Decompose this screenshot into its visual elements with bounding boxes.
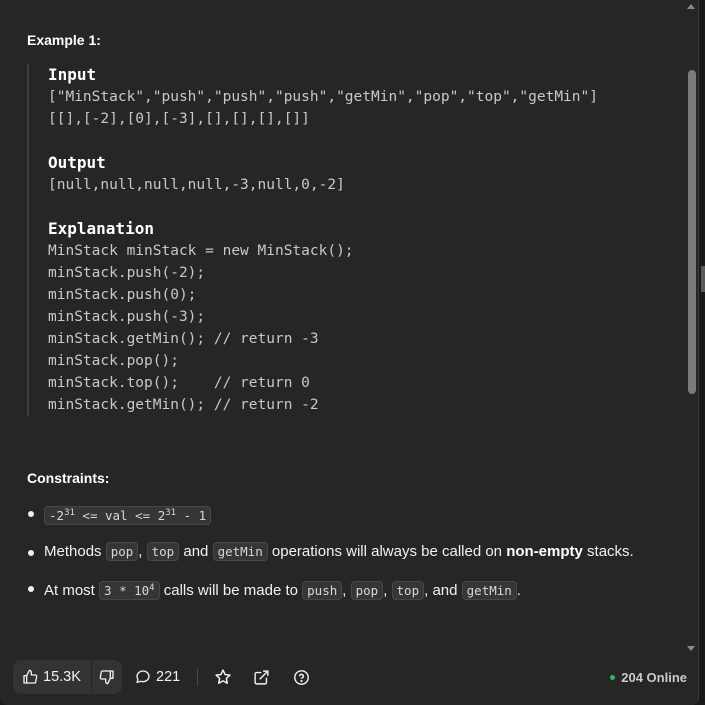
input-line: [[],[-2],[0],[-3],[],[],[],[]] (48, 111, 310, 127)
share-icon (253, 669, 270, 686)
inline-code: top (391, 581, 425, 600)
output-line: [null,null,null,null,-3,null,0,-2] (48, 177, 345, 193)
comment-count: 221 (156, 669, 181, 685)
constraint-item: Methods pop, top and getMin operations w… (27, 541, 677, 563)
description-panel: Example 1: Input ["MinStack","push","pus… (0, 0, 699, 705)
thumbs-down-icon (99, 669, 115, 685)
output-label: Output (48, 153, 106, 172)
inline-code: top (146, 542, 180, 561)
inline-code: pop (105, 542, 139, 561)
panel-resize-handle[interactable] (701, 266, 705, 292)
example-block: Input ["MinStack","push","push","push","… (27, 64, 677, 416)
explanation-line: minStack.pop(); (48, 353, 179, 369)
constraint-item: -231 <= val <= 231 - 1 (27, 502, 677, 527)
like-button[interactable]: 15.3K (13, 660, 91, 694)
star-icon (214, 668, 232, 686)
explanation-line: minStack.push(-3); (48, 309, 206, 325)
example-title: Example 1: (27, 32, 101, 48)
scroll-down-arrow[interactable] (687, 646, 695, 651)
dislike-button[interactable] (92, 660, 122, 694)
vote-group: 15.3K (13, 660, 122, 694)
input-label: Input (48, 65, 97, 84)
inline-code: 3 * 104 (99, 581, 160, 600)
online-indicator: 204 Online (610, 660, 687, 694)
help-icon (293, 669, 310, 686)
explanation-line: minStack.push(0); (48, 287, 197, 303)
scrollbar-thumb[interactable] (688, 70, 696, 394)
explanation-line: minStack.top(); // return 0 (48, 375, 310, 391)
problem-content: Example 1: Input ["MinStack","push","pus… (27, 30, 677, 616)
bottom-toolbar: 15.3K 221 204 Online (0, 660, 698, 696)
input-line: ["MinStack","push","push","push","getMin… (48, 89, 598, 105)
emphasis-text: non-empty (506, 543, 583, 560)
constraints-list: -231 <= val <= 231 - 1 Methods pop, top … (27, 502, 677, 602)
online-count: 204 Online (621, 669, 687, 685)
comments-button[interactable]: 221 (135, 660, 180, 694)
inline-code: pop (350, 581, 384, 600)
favorite-button[interactable] (214, 660, 232, 694)
help-button[interactable] (293, 660, 310, 694)
comment-icon (135, 669, 151, 685)
online-dot-icon (610, 674, 616, 680)
explanation-line: minStack.getMin(); // return -3 (48, 331, 319, 347)
constraint-item: At most 3 * 104 calls will be made to pu… (27, 577, 677, 602)
like-count: 15.3K (43, 669, 81, 685)
share-button[interactable] (253, 660, 270, 694)
explanation-line: minStack.push(-2); (48, 265, 206, 281)
explanation-line: minStack.getMin(); // return -2 (48, 397, 319, 413)
constraint-code: -231 <= val <= 231 - 1 (44, 506, 212, 525)
thumbs-up-icon (22, 669, 38, 685)
toolbar-divider (197, 668, 198, 686)
inline-code: push (302, 581, 343, 600)
scroll-up-arrow[interactable] (687, 4, 695, 9)
explanation-label: Explanation (48, 219, 154, 238)
inline-code: getMin (461, 581, 517, 600)
inline-code: getMin (212, 542, 268, 561)
explanation-line: MinStack minStack = new MinStack(); (48, 243, 354, 259)
constraints-title: Constraints: (27, 470, 110, 486)
